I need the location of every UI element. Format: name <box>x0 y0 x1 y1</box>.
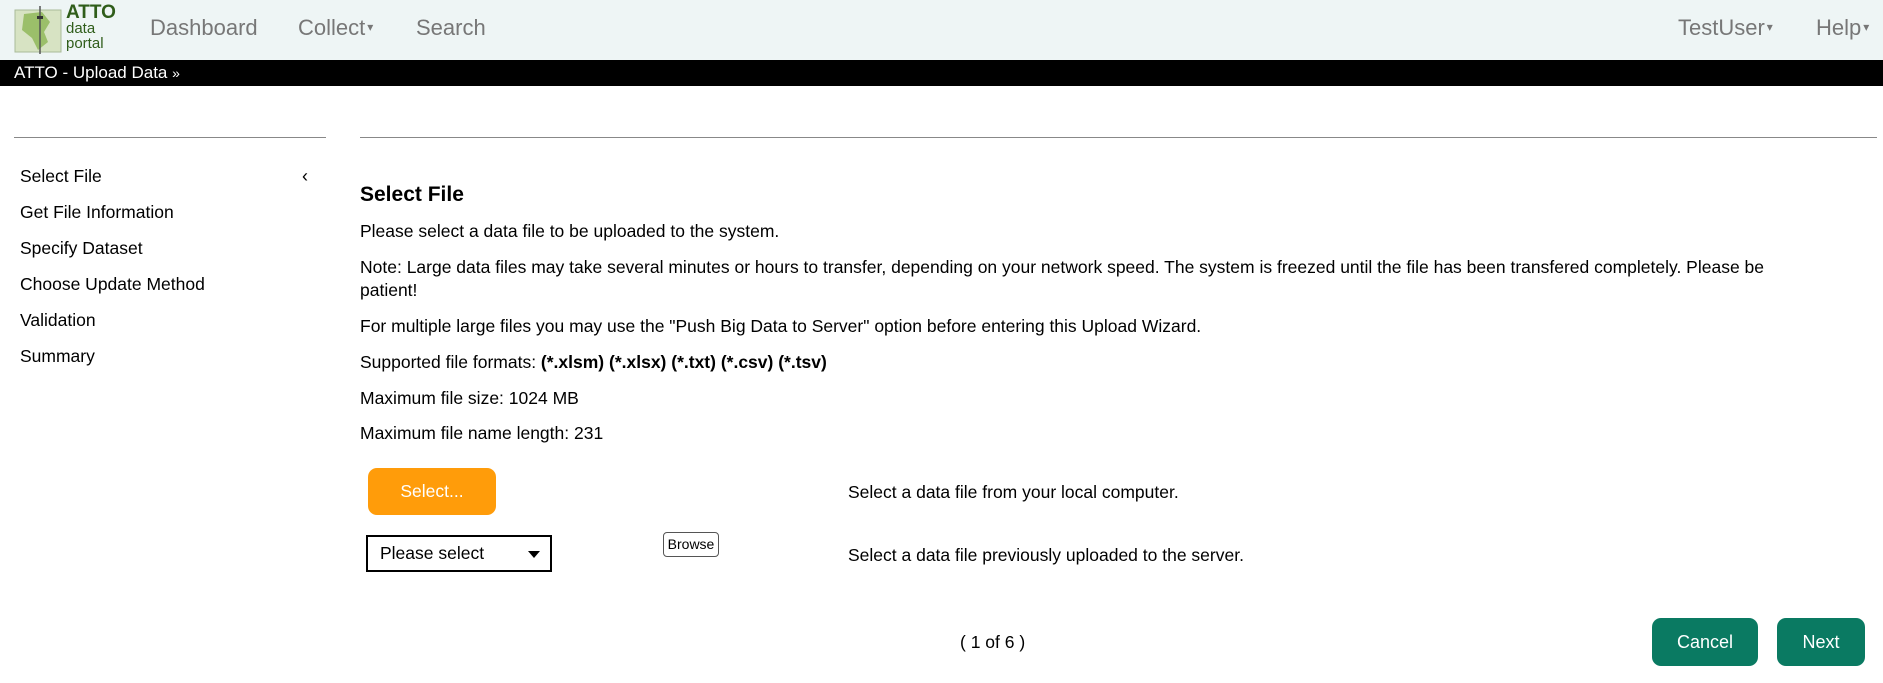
step-label: Get File Information <box>20 202 174 222</box>
page-title: Select File <box>360 183 464 206</box>
step-label: Specify Dataset <box>20 238 143 258</box>
caret-down-icon: ▾ <box>1766 20 1773 35</box>
help-label: Help <box>1816 15 1862 40</box>
step-summary[interactable]: Summary <box>20 344 320 380</box>
step-label: Validation <box>20 310 96 330</box>
step-counter: ( 1 of 6 ) <box>960 632 1026 652</box>
step-label: Summary <box>20 346 95 366</box>
nav-user-menu[interactable]: TestUser ▾ <box>1678 15 1773 41</box>
top-navbar: ATTO data portal Dashboard Collect ▾ Sear… <box>0 0 1883 60</box>
main-divider <box>360 137 1877 138</box>
formats-value: (*.xlsm) (*.xlsx) (*.txt) (*.csv) (*.tsv… <box>540 352 827 372</box>
caret-down-icon: ▾ <box>1863 20 1870 35</box>
module-title: ATTO - Upload Data <box>14 63 168 82</box>
sidebar-divider <box>14 137 326 138</box>
max-file-name-length: Maximum file name length: 231 <box>360 423 604 443</box>
step-specify-dataset[interactable]: Specify Dataset <box>20 236 320 272</box>
nav-search[interactable]: Search <box>416 15 486 41</box>
nav-help-menu[interactable]: Help ▾ <box>1816 15 1869 41</box>
module-bar[interactable]: ATTO - Upload Data » <box>0 60 1883 86</box>
step-label: Select File <box>20 166 102 186</box>
atto-logo[interactable]: ATTO data portal <box>12 2 122 56</box>
dropdown-value: Please select <box>380 543 485 563</box>
server-file-dropdown[interactable]: Please select <box>366 535 552 572</box>
note-text-line2: patient! <box>360 280 418 300</box>
step-validation[interactable]: Validation <box>20 308 320 344</box>
multi-file-text: For multiple large files you may use the… <box>360 316 1202 336</box>
step-select-file[interactable]: Select File ‹ <box>20 164 320 200</box>
dropdown-arrow-icon <box>528 551 540 558</box>
next-button[interactable]: Next <box>1777 618 1865 666</box>
select-file-description: Select a data file from your local compu… <box>848 482 1179 502</box>
formats-label: Supported file formats: <box>360 352 541 372</box>
nav-dashboard[interactable]: Dashboard <box>150 15 258 41</box>
double-chevron-down-icon: » <box>172 65 180 81</box>
max-file-size: Maximum file size: 1024 MB <box>360 388 579 408</box>
wizard-steps: Select File ‹ Get File Information Speci… <box>20 164 320 380</box>
globe-map-icon <box>14 6 62 54</box>
user-name: TestUser <box>1678 15 1765 40</box>
step-choose-update-method[interactable]: Choose Update Method <box>20 272 320 308</box>
step-get-file-information[interactable]: Get File Information <box>20 200 320 236</box>
cancel-button[interactable]: Cancel <box>1652 618 1758 666</box>
supported-formats: Supported file formats: (*.xlsm) (*.xlsx… <box>360 351 827 374</box>
nav-collect-label: Collect <box>298 15 366 40</box>
intro-text: Please select a data file to be uploaded… <box>360 221 780 241</box>
step-label: Choose Update Method <box>20 274 205 294</box>
note-text-line1: Note: Large data files may take several … <box>360 257 1765 277</box>
browse-button[interactable]: Browse <box>663 532 719 557</box>
select-file-button[interactable]: Select... <box>368 468 496 515</box>
nav-collect[interactable]: Collect ▾ <box>298 15 373 41</box>
logo-line-portal: portal <box>66 35 104 52</box>
chevron-left-icon: ‹ <box>302 166 308 186</box>
server-file-description: Select a data file previously uploaded t… <box>848 545 1244 565</box>
caret-down-icon: ▾ <box>367 20 374 35</box>
